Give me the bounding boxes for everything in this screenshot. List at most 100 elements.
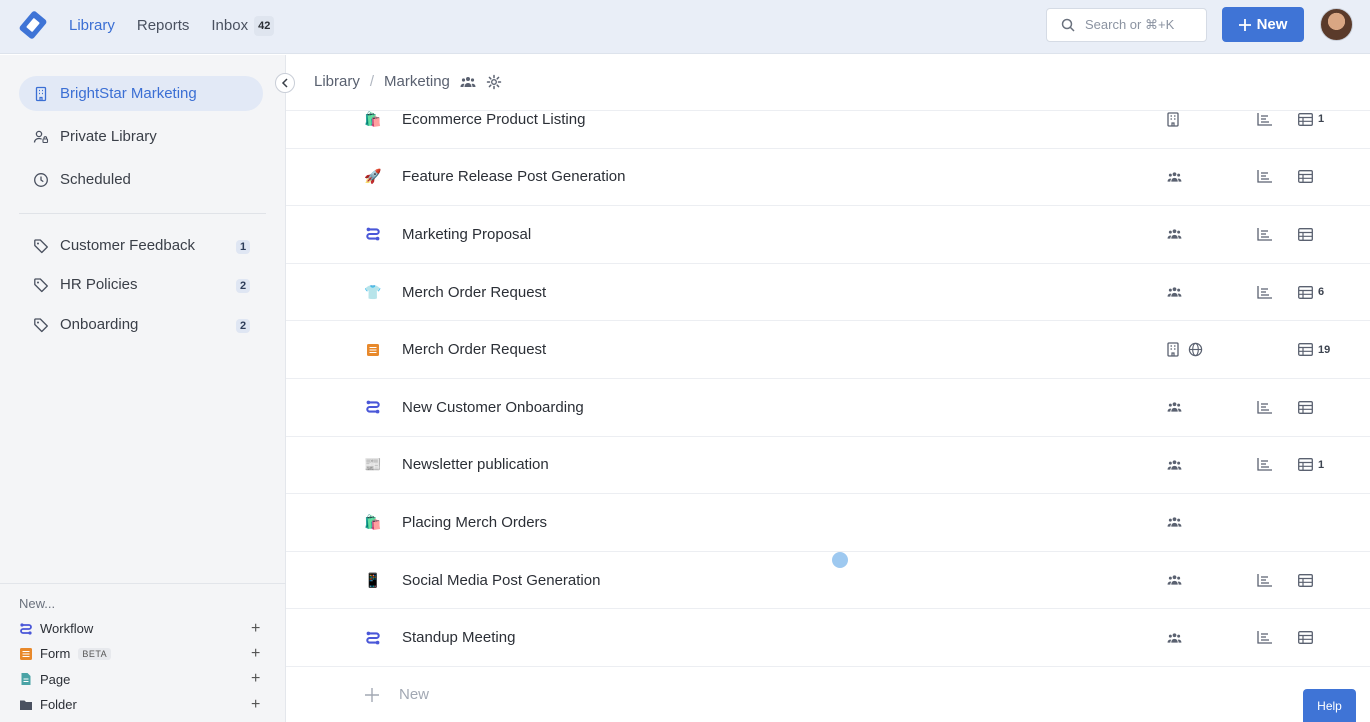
reports-chart-icon[interactable] (1257, 285, 1272, 299)
building-icon (1167, 342, 1179, 357)
nav-inbox[interactable]: Inbox 42 (211, 16, 275, 36)
new-item-label: Page (40, 671, 71, 687)
table-icon (1298, 458, 1313, 472)
sidebar-item-private-library[interactable]: Private Library (19, 119, 263, 154)
plus-icon (1238, 18, 1251, 31)
reports-chart-icon[interactable] (1257, 631, 1272, 644)
add-form-icon[interactable]: + (251, 645, 260, 663)
beta-badge: BETA (78, 647, 112, 660)
reports-chart-icon[interactable] (1257, 573, 1272, 587)
app-logo[interactable] (18, 10, 48, 40)
search-placeholder: Search or ⌘+K (1085, 17, 1175, 32)
sidebar-tag-customer-feedback[interactable]: Customer Feedback 1 (19, 228, 263, 263)
responses-table-button[interactable] (1298, 228, 1318, 241)
new-button-label: New (1256, 16, 1288, 33)
item-name[interactable]: Marketing Proposal (402, 226, 531, 243)
sidebar-tag-hr-policies[interactable]: HR Policies 2 (19, 267, 263, 302)
add-folder-icon[interactable]: + (251, 696, 260, 714)
new-item-label: Workflow (40, 621, 94, 637)
user-avatar[interactable] (1320, 8, 1353, 41)
add-page-icon[interactable]: + (251, 670, 260, 688)
list-item[interactable]: Standup Meeting (286, 609, 1370, 667)
nav-library[interactable]: Library (69, 16, 115, 36)
new-form-item[interactable]: Form BETA + (0, 641, 286, 666)
item-emoji-icon: 🛍️ (364, 513, 382, 530)
new-workflow-item[interactable]: Workflow + (0, 616, 286, 641)
new-button[interactable]: New (1222, 7, 1304, 42)
list-item[interactable]: 📰 Newsletter publication 1 (286, 437, 1370, 495)
list-item[interactable]: 🛍️ Placing Merch Orders (286, 494, 1370, 552)
item-name[interactable]: Placing Merch Orders (402, 514, 547, 531)
breadcrumb-current[interactable]: Marketing (384, 73, 450, 90)
item-name[interactable]: Ecommerce Product Listing (402, 111, 585, 128)
new-item-label: Folder (40, 697, 77, 713)
responses-table-button[interactable] (1298, 573, 1318, 587)
list-item[interactable]: 🚀 Feature Release Post Generation (286, 149, 1370, 207)
nav-reports[interactable]: Reports (137, 16, 190, 36)
list-item[interactable]: 👕 Merch Order Request 6 (286, 264, 1370, 322)
plus-icon (365, 687, 379, 702)
new-folder-item[interactable]: Folder + (0, 692, 286, 717)
reports-chart-icon[interactable] (1257, 227, 1272, 241)
sidebar-item-label: Private Library (60, 128, 157, 145)
sidebar-item-label: Onboarding (60, 316, 139, 333)
new-item-section: New... Workflow + Form BETA + Page + Fol… (0, 583, 286, 717)
page-icon (19, 672, 33, 686)
item-name[interactable]: Feature Release Post Generation (402, 168, 625, 185)
chevron-left-icon (281, 78, 289, 88)
list-item[interactable]: Merch Order Request 19 (286, 321, 1370, 379)
reports-chart-icon[interactable] (1257, 400, 1272, 414)
sidebar-item-label: Customer Feedback (60, 237, 196, 254)
reports-chart-icon[interactable] (1257, 170, 1272, 184)
reports-chart-icon[interactable] (1257, 112, 1272, 126)
team-icon (1167, 574, 1182, 586)
nav-inbox-label: Inbox (211, 17, 249, 34)
workflow-icon (365, 630, 381, 646)
team-icon (1167, 632, 1182, 644)
reports-chart-icon[interactable] (1257, 458, 1272, 472)
table-icon (1298, 343, 1313, 357)
cursor-indicator (832, 552, 848, 568)
top-bar: Library Reports Inbox 42 Search or ⌘+K Ne… (0, 0, 1370, 54)
sidebar-item-label: HR Policies (60, 276, 138, 293)
table-icon (1298, 285, 1313, 299)
help-button[interactable]: Help (1303, 689, 1356, 722)
team-icon (1167, 228, 1182, 240)
item-name[interactable]: Standup Meeting (402, 629, 515, 646)
item-name[interactable]: Merch Order Request (402, 341, 546, 358)
responses-table-button[interactable]: 1 (1298, 112, 1324, 126)
add-workflow-icon[interactable]: + (251, 620, 260, 638)
tag-count-badge: 1 (236, 240, 251, 254)
list-item[interactable]: 🛍️ Ecommerce Product Listing 1 (286, 91, 1370, 149)
responses-table-button[interactable] (1298, 170, 1318, 184)
item-name[interactable]: Merch Order Request (402, 284, 546, 301)
item-name[interactable]: Newsletter publication (402, 456, 549, 473)
gear-icon[interactable] (486, 74, 502, 90)
list-item[interactable]: Marketing Proposal (286, 206, 1370, 264)
new-entry-button[interactable]: New (365, 686, 429, 703)
list-item[interactable]: New Customer Onboarding (286, 379, 1370, 437)
collapse-sidebar-button[interactable] (275, 73, 295, 93)
response-count: 19 (1318, 343, 1331, 356)
new-page-item[interactable]: Page + (0, 667, 286, 692)
item-name[interactable]: Social Media Post Generation (402, 572, 600, 589)
user-lock-icon (33, 129, 49, 145)
response-count: 6 (1318, 286, 1325, 299)
breadcrumb-root[interactable]: Library (314, 73, 360, 90)
responses-table-button[interactable] (1298, 400, 1318, 414)
sidebar-tag-onboarding[interactable]: Onboarding 2 (19, 307, 263, 342)
responses-table-button[interactable]: 6 (1298, 285, 1325, 299)
responses-table-button[interactable]: 1 (1298, 458, 1324, 472)
item-name[interactable]: New Customer Onboarding (402, 399, 584, 416)
sidebar-item-scheduled[interactable]: Scheduled (19, 162, 263, 197)
form-icon (19, 647, 33, 661)
team-icon (1167, 286, 1182, 298)
sidebar-item-workspace[interactable]: BrightStar Marketing (19, 76, 263, 111)
responses-table-button[interactable] (1298, 631, 1318, 645)
list-item[interactable]: 📱 Social Media Post Generation (286, 552, 1370, 610)
table-icon (1298, 228, 1313, 241)
search-input[interactable]: Search or ⌘+K (1046, 8, 1207, 42)
responses-table-button[interactable]: 19 (1298, 343, 1331, 357)
team-icon (1167, 516, 1182, 528)
search-icon (1061, 18, 1075, 32)
